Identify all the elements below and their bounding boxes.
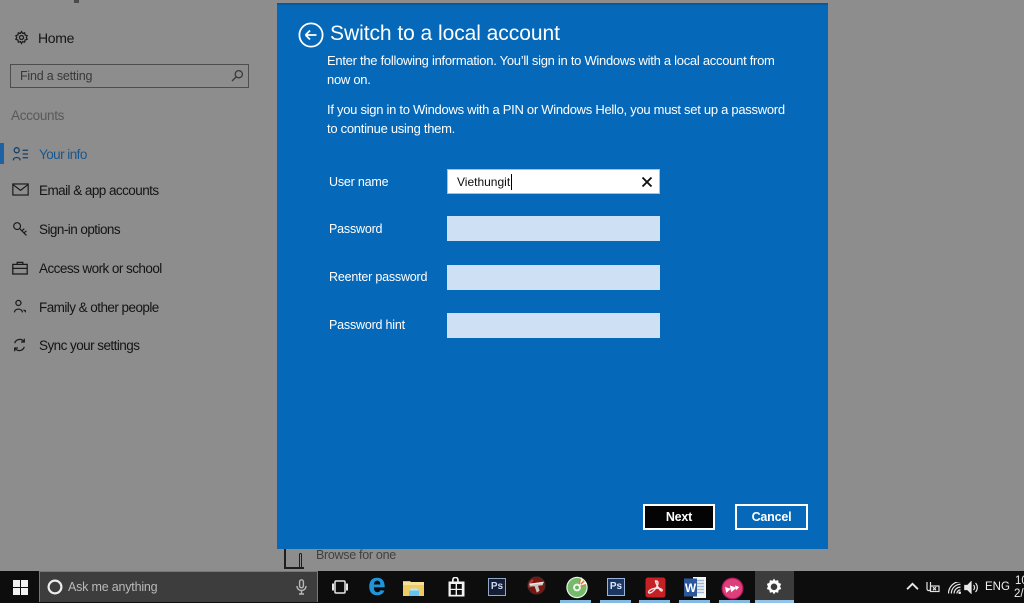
svg-text:W: W: [685, 581, 697, 595]
